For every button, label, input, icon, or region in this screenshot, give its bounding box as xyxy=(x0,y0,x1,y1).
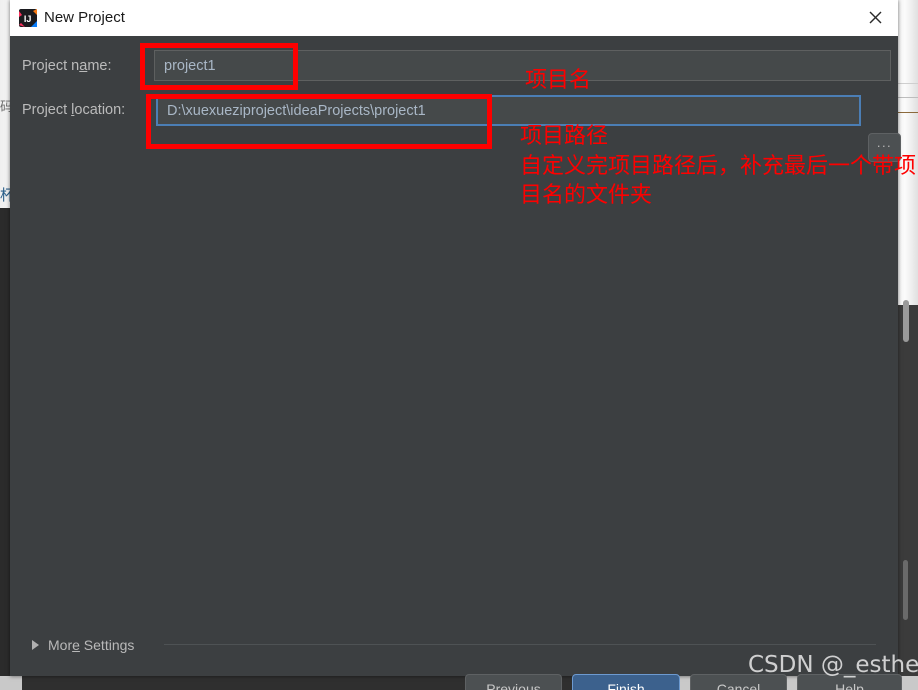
close-icon[interactable] xyxy=(852,0,898,35)
chevron-right-icon xyxy=(32,640,39,650)
project-location-label: Project location: xyxy=(22,102,126,118)
more-settings-label: More Settings xyxy=(48,637,135,653)
project-name-value: project1 xyxy=(164,57,216,74)
annotation-project-name-text: 项目名 xyxy=(525,68,592,93)
dialog-title: New Project xyxy=(44,9,125,26)
browse-button-label: ... xyxy=(876,135,893,150)
project-location-input[interactable]: D:\xuexueziproject\ideaProjects\project1 xyxy=(156,95,861,126)
previous-button[interactable]: Previous xyxy=(465,674,562,690)
finish-button[interactable]: Finish xyxy=(572,674,680,690)
intellij-idea-icon: IJ xyxy=(18,8,38,28)
project-location-value: D:\xuexueziproject\ideaProjects\project1 xyxy=(167,102,426,119)
watermark: CSDN @_esther_ xyxy=(748,652,918,678)
dialog-body: Project name: project1 Project location:… xyxy=(10,36,902,690)
vertical-scrollbar-thumb[interactable] xyxy=(903,300,909,342)
more-settings-expander[interactable]: More Settings xyxy=(32,635,134,655)
more-settings-divider xyxy=(164,644,876,645)
project-name-input[interactable]: project1 xyxy=(154,50,891,81)
annotation-project-path-text: 项目路径 xyxy=(520,124,609,149)
project-name-label: Project name: xyxy=(22,58,112,74)
svg-text:IJ: IJ xyxy=(24,14,32,24)
annotation-path-hint-text: 自定义完项目路径后，补充最后一个带项目名的文件夹 xyxy=(520,154,917,208)
vertical-scrollbar-thumb-secondary[interactable] xyxy=(903,560,908,620)
screen: 码 杯 IJ New Project Project name: project… xyxy=(0,0,918,690)
new-project-dialog: IJ New Project Project name: project1 Pr… xyxy=(10,0,902,690)
dialog-titlebar: IJ New Project xyxy=(10,0,898,37)
